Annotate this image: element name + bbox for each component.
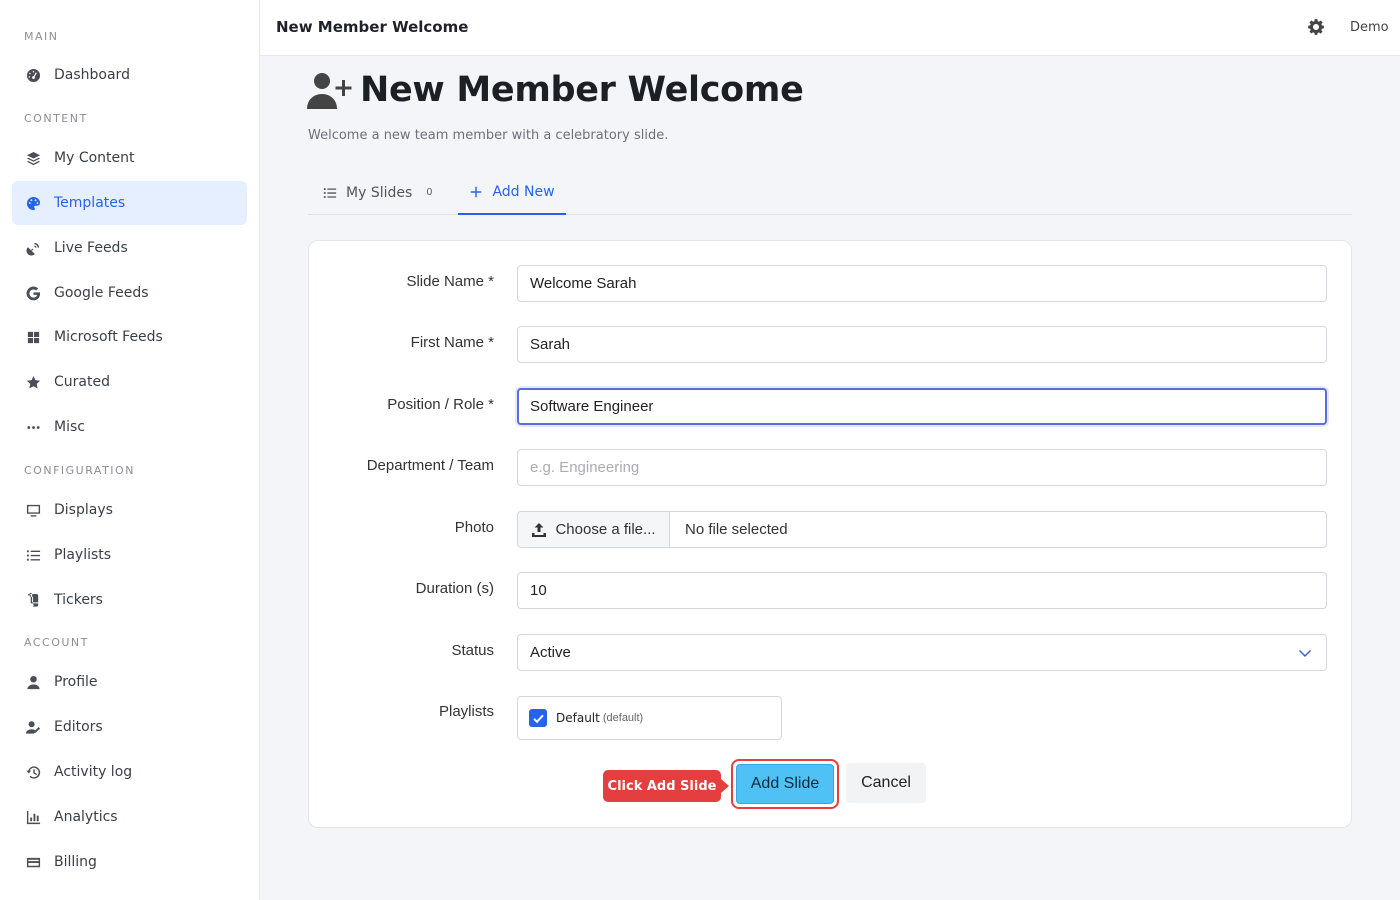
user-plus-icon bbox=[307, 72, 353, 110]
status-label: Status bbox=[451, 642, 494, 659]
duration-label: Duration (s) bbox=[415, 580, 494, 597]
first-name-input[interactable]: Sarah bbox=[517, 326, 1327, 363]
sidebar-item-label: Live Feeds bbox=[54, 240, 128, 256]
cancel-button[interactable]: Cancel bbox=[846, 763, 926, 803]
position-label: Position / Role * bbox=[387, 396, 494, 413]
ellipsis-icon bbox=[25, 419, 41, 435]
add-slide-button[interactable]: Add Slide bbox=[736, 764, 834, 804]
google-icon bbox=[25, 285, 41, 301]
photo-label: Photo bbox=[454, 519, 494, 536]
chart-icon bbox=[25, 809, 41, 825]
sidebar-item-displays[interactable]: Displays bbox=[12, 488, 247, 532]
duration-input[interactable]: 10 bbox=[517, 572, 1327, 609]
user-menu[interactable]: Demo bbox=[1350, 20, 1389, 35]
tab-label: My Slides bbox=[346, 184, 413, 201]
monitor-icon bbox=[25, 502, 41, 518]
default-playlist-checkbox[interactable] bbox=[529, 709, 547, 727]
sidebar-item-label: Displays bbox=[54, 502, 113, 518]
file-name-text: No file selected bbox=[685, 521, 788, 538]
dashboard-icon bbox=[25, 67, 41, 83]
sidebar-item-dashboard[interactable]: Dashboard bbox=[12, 53, 247, 97]
scroll-icon bbox=[25, 592, 41, 608]
department-label: Department / Team bbox=[366, 457, 494, 474]
sidebar-item-label: Tickers bbox=[54, 592, 103, 608]
sidebar-item-label: Microsoft Feeds bbox=[54, 329, 163, 345]
sidebar-item-label: Analytics bbox=[54, 809, 118, 825]
sidebar-item-billing[interactable]: Billing bbox=[12, 840, 247, 884]
section-label-content: CONTENT bbox=[24, 112, 88, 125]
sidebar-item-label: Dashboard bbox=[54, 67, 130, 83]
top-bar-title: New Member Welcome bbox=[276, 18, 469, 36]
choose-file-label: Choose a file... bbox=[555, 521, 656, 538]
page-subtitle: Welcome a new team member with a celebra… bbox=[308, 128, 669, 143]
instruction-callout: Click Add Slide bbox=[603, 770, 729, 802]
page-title: New Member Welcome bbox=[360, 70, 804, 110]
sidebar-item-analytics[interactable]: Analytics bbox=[12, 795, 247, 839]
playlist-name: Default bbox=[556, 711, 600, 725]
first-name-label: First Name * bbox=[410, 334, 494, 351]
sidebar-item-templates[interactable]: Templates bbox=[12, 181, 247, 225]
sidebar-item-label: Editors bbox=[54, 719, 103, 735]
department-input[interactable]: e.g. Engineering bbox=[517, 449, 1327, 486]
choose-file-button[interactable]: Choose a file... bbox=[518, 512, 670, 547]
top-bar: New Member Welcome Demo bbox=[260, 0, 1400, 56]
credit-card-icon bbox=[25, 854, 41, 870]
check-icon bbox=[532, 714, 544, 723]
list-icon bbox=[25, 547, 41, 563]
tab-bar: My Slides 0 Add New bbox=[308, 170, 1352, 215]
sidebar-item-google-feeds[interactable]: Google Feeds bbox=[12, 271, 247, 315]
sidebar: MAIN Dashboard CONTENT My Content Templa… bbox=[0, 0, 260, 900]
tab-my-slides[interactable]: My Slides 0 bbox=[323, 170, 433, 215]
sidebar-item-tickers[interactable]: Tickers bbox=[12, 578, 247, 622]
playlists-label: Playlists bbox=[438, 703, 494, 720]
sidebar-item-label: Activity log bbox=[54, 764, 133, 780]
sidebar-item-label: My Content bbox=[54, 150, 135, 166]
star-icon bbox=[25, 374, 41, 390]
playlists-box: Default (default) bbox=[517, 696, 782, 740]
position-input[interactable]: Software Engineer bbox=[517, 388, 1327, 425]
photo-file-input: Choose a file... No file selected bbox=[517, 511, 1327, 548]
satellite-dish-icon bbox=[25, 240, 41, 256]
windows-icon bbox=[25, 329, 41, 345]
tab-add-new[interactable]: Add New bbox=[458, 170, 566, 215]
gear-icon[interactable] bbox=[1307, 18, 1325, 36]
sidebar-item-label: Billing bbox=[54, 854, 97, 870]
sidebar-item-label: Templates bbox=[54, 195, 126, 211]
slide-name-label: Slide Name * bbox=[406, 273, 494, 290]
sidebar-item-live-feeds[interactable]: Live Feeds bbox=[12, 226, 247, 270]
section-label-main: MAIN bbox=[24, 30, 59, 43]
section-label-configuration: CONFIGURATION bbox=[24, 464, 135, 477]
tab-label: Add New bbox=[492, 183, 555, 200]
sidebar-item-activity-log[interactable]: Activity log bbox=[12, 750, 247, 794]
upload-icon bbox=[532, 522, 547, 537]
sidebar-item-editors[interactable]: Editors bbox=[12, 705, 247, 749]
user-icon bbox=[25, 674, 41, 690]
sidebar-item-profile[interactable]: Profile bbox=[12, 660, 247, 704]
slide-count-badge: 0 bbox=[426, 187, 433, 198]
plus-icon bbox=[469, 185, 483, 199]
palette-icon bbox=[25, 195, 41, 211]
history-icon bbox=[25, 764, 41, 780]
add-slide-highlight: Add Slide bbox=[731, 759, 839, 809]
status-value: Active bbox=[530, 644, 571, 661]
sidebar-item-microsoft-feeds[interactable]: Microsoft Feeds bbox=[12, 315, 247, 359]
sidebar-item-label: Misc bbox=[54, 419, 85, 435]
form-card: Slide Name * Welcome Sarah First Name * … bbox=[308, 240, 1352, 828]
section-label-account: ACCOUNT bbox=[24, 636, 89, 649]
playlist-default-tag: (default) bbox=[602, 712, 644, 724]
chevron-down-icon bbox=[1298, 646, 1312, 660]
sidebar-item-label: Playlists bbox=[54, 547, 112, 563]
layers-icon bbox=[25, 150, 41, 166]
sidebar-item-playlists[interactable]: Playlists bbox=[12, 533, 247, 577]
sidebar-item-label: Google Feeds bbox=[54, 285, 149, 301]
user-edit-icon bbox=[25, 719, 41, 735]
sidebar-item-label: Profile bbox=[54, 674, 98, 690]
sidebar-item-label: Curated bbox=[54, 374, 110, 390]
sidebar-item-misc[interactable]: Misc bbox=[12, 405, 247, 449]
status-select[interactable]: Active bbox=[517, 634, 1327, 671]
sidebar-item-my-content[interactable]: My Content bbox=[12, 136, 247, 180]
list-icon bbox=[323, 186, 337, 200]
slide-name-input[interactable]: Welcome Sarah bbox=[517, 265, 1327, 302]
sidebar-item-curated[interactable]: Curated bbox=[12, 360, 247, 404]
